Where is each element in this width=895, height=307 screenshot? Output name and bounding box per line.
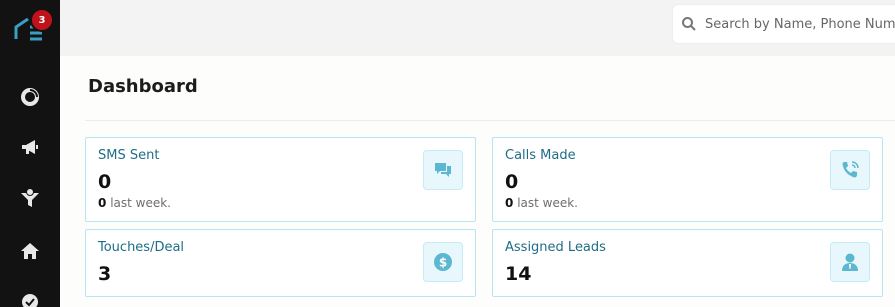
notification-badge[interactable]: 3: [30, 8, 54, 32]
card-sub-text: 0 last week.: [98, 196, 171, 210]
divider: [85, 120, 895, 121]
funnel-dollar-icon[interactable]: [19, 187, 41, 209]
card-label: Calls Made: [505, 148, 576, 163]
card-label: Touches/Deal: [98, 240, 185, 255]
sidebar: 3: [0, 0, 60, 307]
main-content: Dashboard SMS Sent 0 0 last week. Calls …: [60, 56, 895, 307]
donut-icon[interactable]: [19, 86, 41, 108]
search-box[interactable]: [673, 5, 895, 43]
card-value: 0: [505, 171, 519, 193]
card-label: Assigned Leads: [505, 240, 606, 255]
stat-card-assigned-leads[interactable]: Assigned Leads 14: [492, 229, 883, 297]
dollar-icon: $: [423, 242, 463, 282]
card-value: 0: [98, 171, 112, 193]
card-value: 3: [98, 263, 112, 285]
card-sub-text: 0 last week.: [505, 196, 578, 210]
phone-icon: [830, 150, 870, 190]
svg-text:$: $: [439, 256, 447, 270]
search-input[interactable]: [705, 16, 895, 32]
search-icon: [682, 17, 696, 31]
stat-card-calls-made[interactable]: Calls Made 0 0 last week.: [492, 137, 883, 222]
top-bar: [60, 0, 895, 56]
card-value: 14: [505, 263, 532, 285]
user-icon: [830, 242, 870, 282]
megaphone-icon[interactable]: [19, 136, 41, 158]
check-circle-icon[interactable]: [19, 291, 41, 307]
stat-card-sms-sent[interactable]: SMS Sent 0 0 last week.: [85, 137, 476, 222]
page-title: Dashboard: [88, 76, 198, 97]
card-label: SMS Sent: [98, 148, 160, 163]
home-icon[interactable]: [19, 240, 41, 262]
chat-icon: [423, 150, 463, 190]
stat-card-touches-deal[interactable]: Touches/Deal 3 $: [85, 229, 476, 297]
